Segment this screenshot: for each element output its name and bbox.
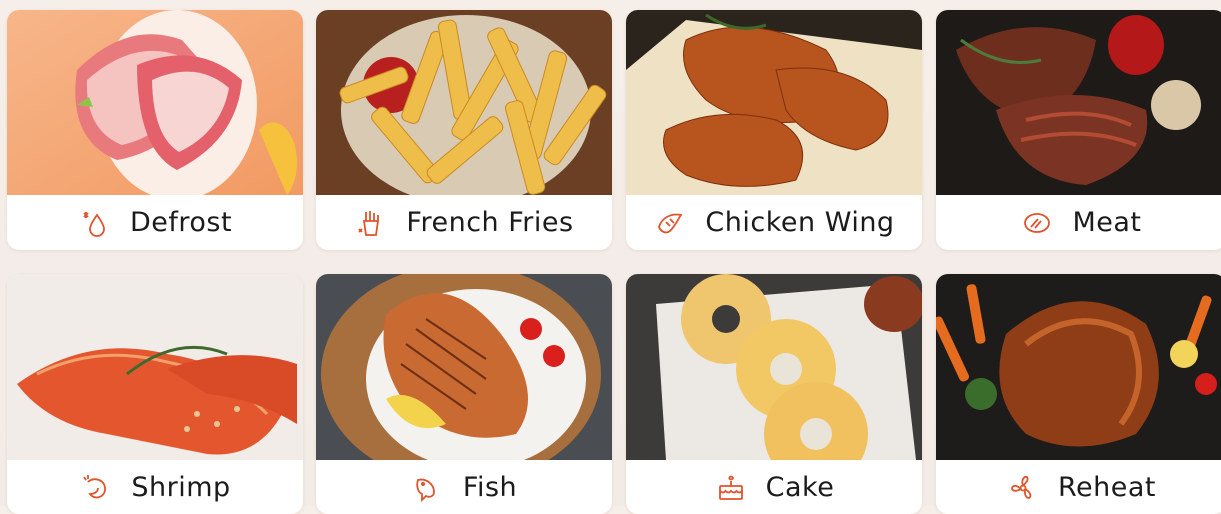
program-label: Cake	[765, 472, 835, 503]
chicken-wing-photo	[626, 10, 922, 195]
french-fries-photo	[316, 10, 612, 195]
program-card-shrimp[interactable]: Shrimp	[7, 274, 303, 514]
shrimp-icon	[79, 471, 113, 505]
meat-label-row: Meat	[936, 195, 1221, 250]
fish-photo	[316, 274, 612, 460]
cake-photo	[626, 274, 922, 460]
chicken-wing-icon	[653, 206, 687, 240]
shrimp-photo	[7, 274, 303, 460]
program-card-cake[interactable]: Cake	[626, 274, 922, 514]
french-fries-label-row: French Fries	[316, 195, 612, 250]
program-label: Defrost	[129, 207, 233, 238]
program-label: Reheat	[1057, 472, 1156, 503]
program-label: Shrimp	[131, 472, 231, 503]
cake-icon	[714, 471, 748, 505]
defrost-label-row: Defrost	[7, 195, 303, 250]
program-label: Chicken Wing	[705, 207, 895, 238]
program-card-reheat[interactable]: Reheat	[936, 274, 1221, 514]
steak-icon	[1020, 206, 1054, 240]
meat-photo	[936, 10, 1221, 195]
fan-icon	[1006, 471, 1040, 505]
program-card-french-fries[interactable]: French Fries	[316, 10, 612, 250]
program-card-chicken-wing[interactable]: Chicken Wing	[626, 10, 922, 250]
program-card-fish[interactable]: Fish	[316, 274, 612, 514]
program-card-meat[interactable]: Meat	[936, 10, 1221, 250]
fish-icon	[411, 471, 445, 505]
chicken-wing-label-row: Chicken Wing	[626, 195, 922, 250]
program-label: French Fries	[406, 207, 574, 238]
fries-icon	[354, 206, 388, 240]
water-drop-icon	[78, 206, 112, 240]
program-label: Fish	[462, 472, 518, 503]
reheat-photo	[936, 274, 1221, 460]
defrost-photo	[7, 10, 303, 195]
program-card-defrost[interactable]: Defrost	[7, 10, 303, 250]
program-label: Meat	[1072, 207, 1142, 238]
